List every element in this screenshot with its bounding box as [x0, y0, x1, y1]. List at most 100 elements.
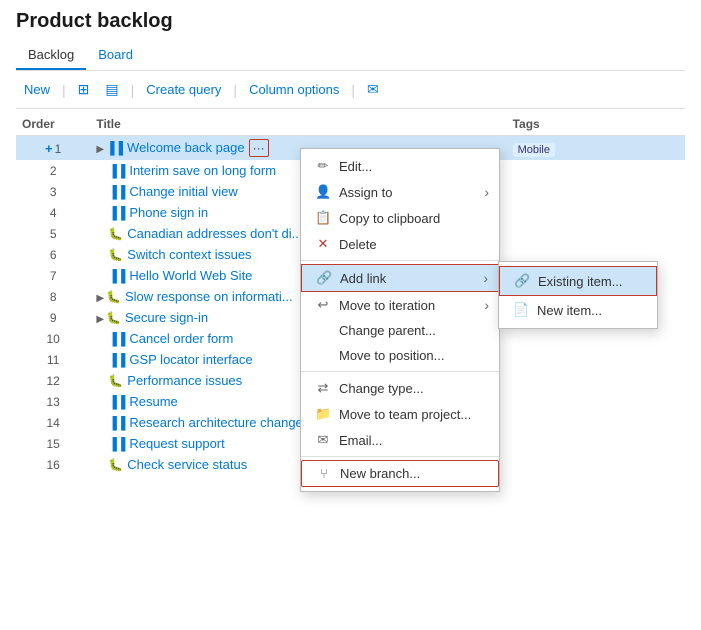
- cell-order: 3: [16, 181, 90, 202]
- item-title-link[interactable]: Switch context issues: [127, 247, 251, 262]
- item-type-icon: ▐▐: [108, 353, 125, 367]
- ellipsis-button[interactable]: ···: [249, 139, 269, 157]
- menu-item-addlink[interactable]: 🔗Add link🔗Existing item...📄New item...: [301, 264, 499, 292]
- item-title-link[interactable]: Phone sign in: [129, 205, 208, 220]
- item-title-link[interactable]: Performance issues: [127, 373, 242, 388]
- submenu-item-existing_item[interactable]: 🔗Existing item...: [499, 266, 657, 296]
- menu-item-edit[interactable]: ✏ Edit...: [301, 153, 499, 179]
- item-title-link[interactable]: Secure sign-in: [125, 310, 208, 325]
- menu-item-change_parent[interactable]: Change parent...: [301, 318, 499, 343]
- row-number: 1: [55, 142, 62, 156]
- item-title-link[interactable]: Check service status: [127, 457, 247, 472]
- add-row-icon[interactable]: +: [45, 141, 53, 156]
- menu-item-label: Add link: [340, 271, 386, 286]
- item-title-link[interactable]: Hello World Web Site: [129, 268, 252, 283]
- cell-order: 7: [16, 265, 90, 286]
- submenu-item-new_item[interactable]: 📄New item...: [499, 296, 657, 324]
- col-header-order: Order: [16, 113, 90, 136]
- menu-item-move_iter[interactable]: ↩Move to iteration: [301, 292, 499, 318]
- item-type-icon: 🐛: [108, 374, 123, 388]
- tag-badge: Mobile: [513, 143, 555, 157]
- item-title-link[interactable]: GSP locator interface: [129, 352, 252, 367]
- new-label: New: [24, 82, 50, 97]
- cell-tags: [507, 433, 685, 454]
- menu-item-new_branch[interactable]: ⑂ New branch...: [301, 460, 499, 487]
- menu-item-label: Edit...: [339, 159, 372, 174]
- item-title-link[interactable]: Research architecture changes: [129, 415, 309, 430]
- item-title-link[interactable]: Welcome back page: [127, 140, 245, 155]
- page-container: Product backlog Backlog Board New | ⊞ ▤ …: [0, 0, 701, 630]
- menu-separator: [301, 371, 499, 372]
- cell-tags: [507, 328, 685, 349]
- item-type-icon: ▐▐: [108, 332, 125, 346]
- delete-icon: ✕: [315, 236, 331, 252]
- cell-order: 4: [16, 202, 90, 223]
- column-options-button[interactable]: Column options: [241, 78, 347, 101]
- collapse-button[interactable]: ▤: [97, 77, 126, 102]
- cell-order: 6: [16, 244, 90, 265]
- menu-item-label: Move to team project...: [339, 407, 471, 422]
- item-type-icon: 🐛: [108, 227, 123, 241]
- tab-board[interactable]: Board: [86, 41, 145, 70]
- edit-icon: ✏: [315, 158, 331, 174]
- new-button[interactable]: New: [16, 78, 58, 101]
- row-number: 12: [46, 374, 59, 388]
- expand-icon[interactable]: ▶: [96, 293, 104, 304]
- cell-tags: [507, 181, 685, 202]
- col-header-tags: Tags: [507, 113, 685, 136]
- item-title-link[interactable]: Cancel order form: [129, 331, 233, 346]
- cell-tags: [507, 454, 685, 475]
- menu-item-move_proj[interactable]: 📁 Move to team project...: [301, 401, 499, 427]
- cell-order: 8: [16, 286, 90, 307]
- menu-item-assign[interactable]: 👤Assign to: [301, 179, 499, 205]
- page-title: Product backlog: [16, 10, 685, 33]
- mail-icon: ✉: [367, 81, 379, 98]
- cell-tags: Mobile: [507, 136, 685, 161]
- branch-icon: ⑂: [316, 466, 332, 481]
- cell-order: 2: [16, 160, 90, 181]
- change-type-icon: ⇄: [315, 380, 331, 396]
- cell-order: 15: [16, 433, 90, 454]
- menu-item-label: Email...: [339, 433, 382, 448]
- cell-order: 10: [16, 328, 90, 349]
- row-number: 7: [50, 269, 57, 283]
- move-proj-icon: 📁: [315, 406, 331, 422]
- item-title-link[interactable]: Change initial view: [129, 184, 237, 199]
- item-title-link[interactable]: Slow response on informati...: [125, 289, 293, 304]
- menu-item-copy[interactable]: 📋Copy to clipboard: [301, 205, 499, 231]
- mail-button[interactable]: ✉: [359, 77, 387, 102]
- item-title-link[interactable]: Request support: [129, 436, 224, 451]
- menu-item-label: New branch...: [340, 466, 420, 481]
- menu-item-delete[interactable]: ✕Delete: [301, 231, 499, 257]
- row-number: 9: [50, 311, 57, 325]
- toolbar: New | ⊞ ▤ | Create query | Column option…: [16, 71, 685, 109]
- expand-icon[interactable]: ▶: [96, 314, 104, 325]
- menu-separator: [301, 260, 499, 261]
- item-type-icon: ▐▐: [108, 269, 125, 283]
- tab-backlog[interactable]: Backlog: [16, 41, 86, 70]
- create-query-button[interactable]: Create query: [138, 78, 229, 101]
- cell-order: 11: [16, 349, 90, 370]
- copy-icon: 📋: [315, 210, 331, 226]
- item-type-icon: 🐛: [106, 290, 121, 304]
- add-child-button[interactable]: ⊞: [70, 77, 98, 102]
- menu-item-move_pos[interactable]: Move to position...: [301, 343, 499, 368]
- cell-tags: [507, 370, 685, 391]
- context-menu: ✏ Edit... 👤Assign to📋Copy to clipboard✕Del…: [300, 148, 500, 492]
- menu-item-email[interactable]: ✉ Email...: [301, 427, 499, 453]
- sep4: |: [347, 82, 359, 98]
- item-title-link[interactable]: Interim save on long form: [129, 163, 276, 178]
- row-number: 14: [46, 416, 59, 430]
- row-number: 13: [46, 395, 59, 409]
- existing-link-icon: 🔗: [514, 273, 530, 289]
- menu-item-change_type[interactable]: ⇄ Change type...: [301, 375, 499, 401]
- submenu-item-label: New item...: [537, 303, 602, 318]
- menu-item-label: Move to iteration: [339, 298, 435, 313]
- email-icon: ✉: [315, 432, 331, 448]
- expand-icon[interactable]: ▶: [96, 144, 104, 155]
- item-title-link[interactable]: Canadian addresses don't di...: [127, 226, 302, 241]
- cell-order: 5: [16, 223, 90, 244]
- menu-item-label: Change type...: [339, 381, 424, 396]
- item-type-icon: ▐▐: [108, 437, 125, 451]
- item-title-link[interactable]: Resume: [129, 394, 177, 409]
